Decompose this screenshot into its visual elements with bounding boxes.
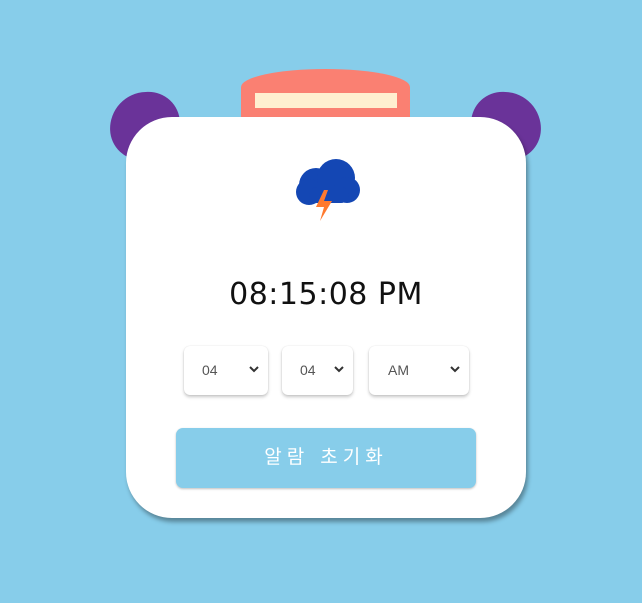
ampm-select[interactable]: AM — [369, 346, 469, 395]
minute-select[interactable]: 04 — [282, 346, 353, 395]
chevron-down-icon — [249, 366, 259, 373]
alarm-clock-card: 08:15:08 PM 04 04 AM 알람 초기화 — [126, 117, 526, 518]
chevron-down-icon — [334, 366, 344, 373]
current-time: 08:15:08 PM — [229, 277, 423, 312]
top-cap-slot — [255, 93, 397, 108]
minute-select-value: 04 — [300, 362, 316, 378]
chevron-down-icon — [450, 366, 460, 373]
alarm-reset-button[interactable]: 알람 초기화 — [176, 428, 476, 488]
hour-select[interactable]: 04 — [184, 346, 268, 395]
ampm-select-value: AM — [388, 362, 409, 378]
hour-select-value: 04 — [202, 362, 218, 378]
thunderstorm-icon — [292, 157, 362, 223]
